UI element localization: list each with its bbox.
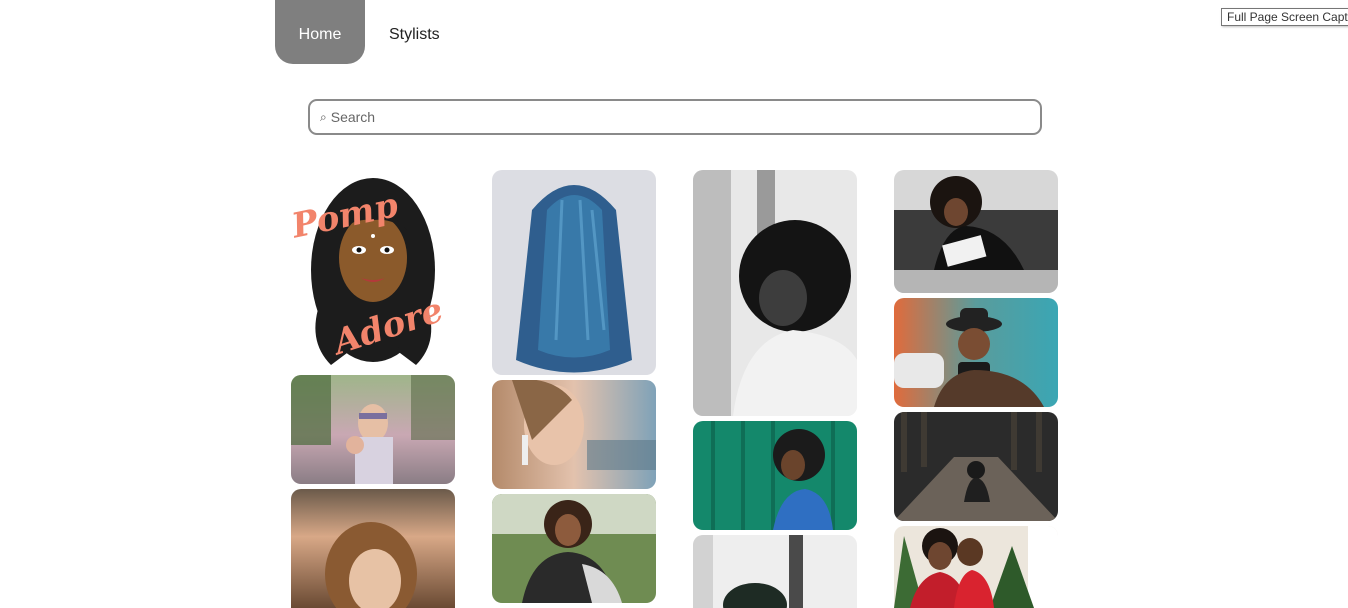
- screen-capture-tooltip: Full Page Screen Capture: [1221, 8, 1348, 26]
- photo-image: [693, 421, 857, 530]
- photo-bw-curly-hair-man[interactable]: [693, 170, 857, 416]
- photo-blue-hair[interactable]: [492, 170, 656, 375]
- logo-illustration: Pomp Adore: [291, 170, 455, 370]
- photo-forest-road[interactable]: [894, 412, 1058, 521]
- photo-woman-holding-ring[interactable]: [291, 375, 455, 484]
- photo-image: [492, 380, 656, 489]
- search-icon: ⌕: [320, 109, 327, 124]
- search-input[interactable]: [330, 109, 1011, 125]
- nav-stylists-link[interactable]: Stylists: [389, 0, 440, 64]
- photo-photographer-hat[interactable]: [894, 298, 1058, 407]
- photo-man-green-wall[interactable]: [693, 421, 857, 530]
- photo-image: [693, 170, 857, 416]
- photo-window-portrait[interactable]: [693, 535, 857, 608]
- photo-image: [894, 412, 1058, 521]
- photo-image: [291, 489, 455, 608]
- photo-image: [894, 170, 1058, 293]
- pomp-adore-logo[interactable]: Pomp Adore: [291, 170, 455, 370]
- photo-mother-child-christmas[interactable]: [894, 526, 1058, 608]
- photo-woman-sunset[interactable]: [291, 489, 455, 608]
- page: Home Stylists Full Page Screen Capture ⌕…: [0, 0, 1348, 608]
- photo-image: [693, 535, 857, 608]
- photo-woman-reading[interactable]: [894, 170, 1058, 293]
- photo-image: [492, 170, 656, 375]
- photo-image: [291, 375, 455, 484]
- photo-image: [894, 298, 1058, 407]
- nav-home-tab[interactable]: Home: [275, 0, 365, 64]
- search-bar[interactable]: ⌕: [308, 99, 1042, 135]
- photo-woman-curly-hair-outdoor[interactable]: [492, 494, 656, 603]
- photo-image: [492, 494, 656, 603]
- photo-image: [894, 526, 1058, 608]
- photo-woman-earring[interactable]: [492, 380, 656, 489]
